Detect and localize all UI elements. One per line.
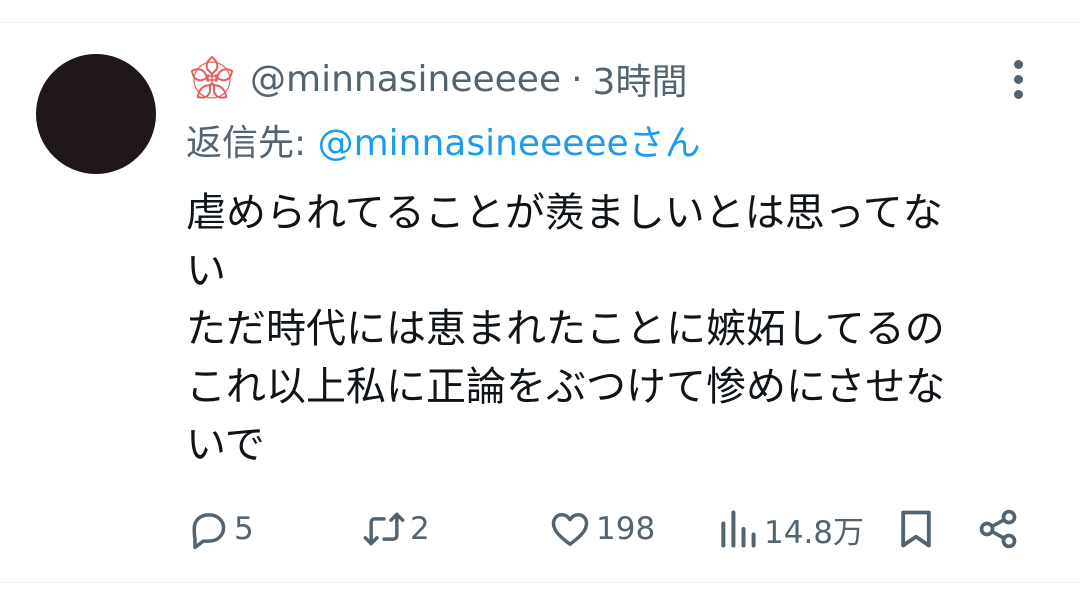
retweet-button[interactable]: 2 xyxy=(362,504,430,554)
user-handle[interactable]: @minnasineeeee xyxy=(250,59,561,100)
share-icon xyxy=(979,509,1017,549)
avatar[interactable] xyxy=(36,54,156,174)
tweet-text-line: いで xyxy=(186,422,265,468)
header-separator: · xyxy=(571,58,583,100)
reply-prefix: 返信先: xyxy=(186,123,318,164)
views-count: 14.8万 xyxy=(764,514,865,551)
more-vertical-icon xyxy=(1014,90,1023,99)
heart-icon xyxy=(551,512,589,546)
views-bar-chart-icon xyxy=(721,510,756,548)
retweet-icon xyxy=(363,512,405,546)
reply-context: 返信先: @minnasineeeeeさん xyxy=(186,114,701,166)
bottom-divider xyxy=(0,582,1080,583)
action-bar: 5 2 198 14.8万 xyxy=(186,504,1026,554)
tweet-text-line: これ以上私に正論をぶつけて惨めにさせな xyxy=(186,364,946,410)
tweet-card[interactable]: @minnasineeeee · 3時間 返信先: @minnasineeeee… xyxy=(0,0,1080,602)
reply-mention-suffix: さん xyxy=(628,123,701,164)
sakura-badge-icon xyxy=(190,55,234,99)
tweet-header: @minnasineeeee · 3時間 xyxy=(186,52,687,106)
more-vertical-icon xyxy=(1014,75,1023,84)
bookmark-button[interactable] xyxy=(894,504,938,554)
reply-button[interactable]: 5 xyxy=(186,504,254,554)
top-divider xyxy=(0,22,1080,23)
like-button[interactable]: 198 xyxy=(548,504,655,554)
share-button[interactable] xyxy=(976,504,1020,554)
views-button[interactable]: 14.8万 xyxy=(716,504,864,554)
tweet-text-line: ただ時代には恵まれたことに嫉妬してるの xyxy=(186,306,945,352)
retweet-count: 2 xyxy=(410,511,430,547)
tweet-text-line: い xyxy=(186,248,226,294)
more-vertical-icon xyxy=(1014,60,1023,69)
reply-count: 5 xyxy=(234,511,254,547)
reply-mention[interactable]: @minnasineeeeeさん xyxy=(318,123,701,164)
like-count: 198 xyxy=(596,511,656,547)
tweet-text: 虐められてることが羨ましいとは思ってな い ただ時代には恵まれたことに嫉妬してる… xyxy=(186,184,1016,474)
tweet-time[interactable]: 3時間 xyxy=(593,53,688,105)
reply-bubble-icon xyxy=(192,513,226,550)
bookmark-icon xyxy=(901,510,931,548)
more-options-button[interactable] xyxy=(1004,58,1034,102)
reply-mention-handle: @minnasineeeee xyxy=(317,123,629,164)
tweet-text-line: 虐められてることが羨ましいとは思ってな xyxy=(186,190,943,236)
